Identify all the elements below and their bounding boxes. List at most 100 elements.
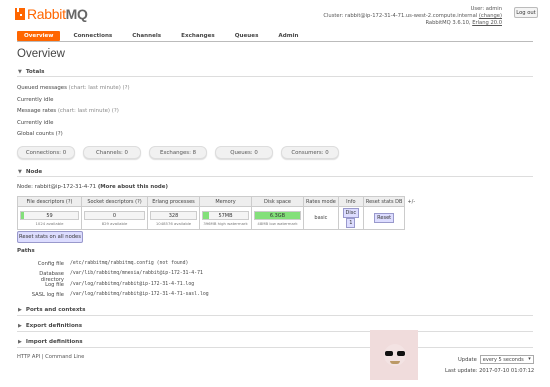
version-line: RabbitMQ 3.6.10, Erlang 20.0: [425, 20, 502, 27]
path-key: SASL log file: [31, 292, 64, 298]
path-key: Config file: [37, 261, 64, 267]
reset-stats-button[interactable]: Reset: [374, 213, 395, 223]
queues-count-button[interactable]: Queues: 0: [215, 146, 273, 159]
node-heading: Node: [25, 168, 43, 175]
memory-cell: 57MB 396MB high watermark: [199, 206, 252, 230]
col-rates-mode: Rates mode: [303, 196, 339, 207]
erlang-processes-cell: 328 1048576 available: [147, 206, 200, 230]
sunglasses-icon: [385, 351, 405, 356]
columns-toggle[interactable]: +/-: [405, 197, 418, 207]
tab-channels[interactable]: Channels: [125, 31, 168, 41]
info-cell: Disc 1: [337, 206, 364, 230]
more-about-node-link[interactable]: (More about this node): [98, 184, 168, 190]
reset-stats-cell: Reset: [362, 206, 406, 230]
empty-cell: [405, 207, 418, 230]
page-title: Overview: [17, 48, 65, 60]
main-nav: Overview Connections Channels Exchanges …: [17, 31, 311, 41]
col-reset-stats: Reset stats DB: [362, 196, 406, 207]
expand-triangle-icon: ▶: [18, 339, 22, 345]
file-descriptors-cell: 59 1024 available: [17, 206, 82, 230]
socket-descriptors-cell: 0 829 available: [81, 206, 148, 230]
erlang-processes-bar: 328: [150, 210, 197, 220]
totals-heading: Totals: [25, 68, 45, 75]
node-section-toggle[interactable]: ▼ Node: [17, 167, 533, 177]
disk-space-watermark: 48MB low watermark: [257, 220, 298, 226]
path-value: /etc/rabbitmq/rabbitmq.config (not found…: [70, 261, 189, 266]
rabbitmq-logo[interactable]: RabbitMQ: [15, 6, 88, 22]
path-value: /var/log/rabbitmq/rabbit@ip-172-31-4-71-…: [70, 292, 209, 297]
node-table-row: 59 1024 available 0 829 available 328 10…: [17, 206, 418, 230]
reset-stats-all-nodes-button[interactable]: Reset stats on all nodes: [17, 231, 83, 243]
footer-links[interactable]: HTTP API | Command Line: [17, 354, 84, 360]
import-definitions-heading: Import definitions: [25, 339, 83, 345]
queued-messages-label: Queued messages (chart: last minute) (?): [17, 85, 130, 91]
export-definitions-toggle[interactable]: ▶ Export definitions: [17, 321, 533, 332]
expand-triangle-icon: ▶: [18, 323, 22, 329]
col-file-descriptors[interactable]: File descriptors (?): [17, 196, 82, 207]
totals-section-toggle[interactable]: ▼ Totals: [17, 67, 533, 77]
tab-exchanges[interactable]: Exchanges: [174, 31, 222, 41]
file-descriptors-value: 59: [46, 212, 53, 219]
queued-messages-hint[interactable]: (chart: last minute) (?): [69, 85, 130, 91]
socket-descriptors-available: 829 available: [101, 220, 128, 226]
memory-value: 57MB: [218, 212, 233, 219]
info-count-badge: 1: [346, 218, 356, 228]
node-stats-table: File descriptors (?) Socket descriptors …: [17, 196, 418, 230]
erlang-version-link[interactable]: Erlang 20.0: [472, 20, 502, 26]
rates-mode-cell: basic: [303, 206, 339, 230]
expand-triangle-icon: ▶: [18, 307, 22, 313]
tab-overview[interactable]: Overview: [17, 31, 61, 41]
export-definitions-heading: Export definitions: [25, 323, 83, 329]
memory-bar: 57MB: [202, 210, 249, 220]
consumers-count-button[interactable]: Consumers: 0: [281, 146, 339, 159]
file-descriptors-bar: 59: [20, 210, 79, 220]
logout-button[interactable]: Log out: [514, 7, 538, 18]
col-memory: Memory: [199, 196, 252, 207]
update-interval-select[interactable]: every 5 seconds: [479, 355, 534, 364]
exchanges-count-button[interactable]: Exchanges: 8: [149, 146, 207, 159]
col-info: Info: [337, 196, 364, 207]
node-table-header: File descriptors (?) Socket descriptors …: [17, 196, 418, 207]
avatar-mouth-icon: [390, 361, 400, 364]
change-cluster-link[interactable]: (change): [479, 13, 502, 19]
socket-descriptors-value: 0: [112, 212, 117, 219]
nav-divider: [17, 41, 533, 42]
import-definitions-toggle[interactable]: ▶ Import definitions: [17, 337, 533, 348]
path-row-sasl-log: SASL log file/var/log/rabbitmq/rabbit@ip…: [17, 292, 257, 298]
col-disk-space: Disk space: [251, 196, 304, 207]
socket-descriptors-bar: 0: [84, 210, 145, 220]
erlang-processes-available: 1048576 available: [155, 220, 192, 226]
col-socket-descriptors[interactable]: Socket descriptors (?): [81, 196, 148, 207]
erlang-processes-value: 328: [168, 212, 179, 219]
queued-status: Currently idle: [17, 97, 54, 103]
memory-watermark: 396MB high watermark: [203, 220, 248, 226]
col-erlang-processes: Erlang processes: [147, 196, 200, 207]
global-counts-label: Global counts (?): [17, 131, 63, 137]
file-descriptors-available: 1024 available: [35, 220, 64, 226]
ports-contexts-toggle[interactable]: ▶ Ports and contexts: [17, 305, 533, 316]
rates-status: Currently idle: [17, 120, 54, 126]
node-line: Node: rabbit@ip-172-31-4-71 (More about …: [17, 184, 168, 190]
connections-count-button[interactable]: Connections: 0: [17, 146, 75, 159]
cluster-line: Cluster: rabbit@ip-172-31-4-71.us-west-2…: [323, 13, 502, 20]
paths-heading: Paths: [17, 248, 35, 254]
tab-queues[interactable]: Queues: [228, 31, 266, 41]
update-label: Update: [458, 356, 477, 363]
tab-admin[interactable]: Admin: [271, 31, 305, 41]
path-row-log: Log file/var/log/rabbitmq/rabbit@ip-172-…: [17, 282, 257, 288]
last-update-text: Last update: 2017-07-10 01:07:12: [445, 368, 535, 374]
user-info: User: admin Cluster: rabbit@ip-172-31-4-…: [323, 6, 502, 28]
channels-count-button[interactable]: Channels: 0: [83, 146, 141, 159]
tab-connections[interactable]: Connections: [66, 31, 119, 41]
update-control: Update every 5 seconds: [458, 355, 534, 364]
disk-space-cell: 6.3GB 48MB low watermark: [251, 206, 304, 230]
path-key: Log file: [45, 282, 64, 288]
user-line: User: admin: [470, 6, 502, 12]
info-disc-badge: Disc: [342, 208, 360, 218]
message-rates-label: Message rates (chart: last minute) (?): [17, 108, 119, 114]
message-rates-hint[interactable]: (chart: last minute) (?): [58, 108, 119, 114]
disk-space-value: 6.3GB: [269, 212, 286, 219]
path-value: /var/log/rabbitmq/rabbit@ip-172-31-4-71.…: [70, 282, 195, 287]
collapse-triangle-icon: ▼: [18, 168, 22, 175]
collapse-triangle-icon: ▼: [18, 68, 22, 75]
